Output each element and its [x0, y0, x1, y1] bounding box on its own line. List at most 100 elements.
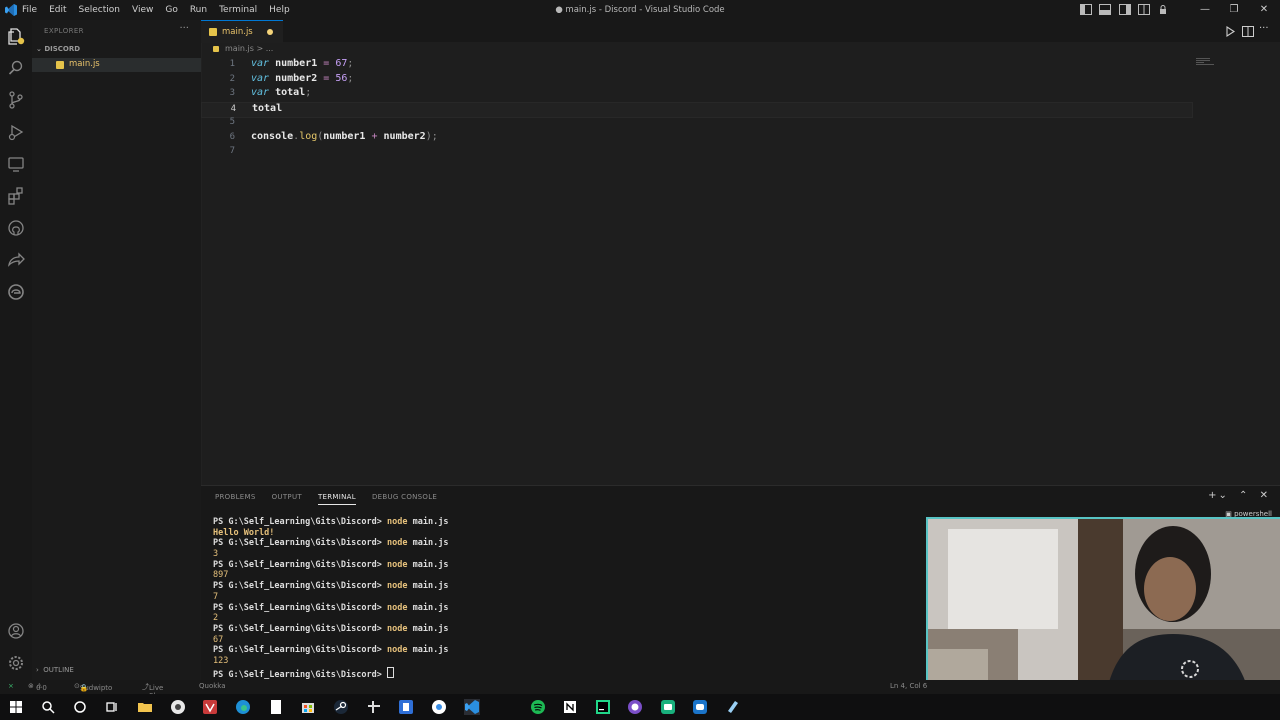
cursor-position[interactable]: Ln 4, Col 6	[890, 682, 927, 690]
code-editor[interactable]: 1 var number1 = 67; 2 var number2 = 56; …	[201, 58, 1280, 484]
file-explorer-icon[interactable]	[137, 699, 153, 715]
terminal-line: 2	[213, 613, 219, 624]
steam-icon[interactable]	[333, 699, 349, 715]
search-icon[interactable]	[6, 58, 26, 78]
customize-layout-icon[interactable]	[1138, 4, 1150, 15]
chrome-icon[interactable]	[170, 699, 186, 715]
terminal-line: 897	[213, 570, 229, 581]
tab-terminal[interactable]: TERMINAL	[317, 493, 356, 505]
editor-more-actions-icon[interactable]: ···	[1259, 23, 1269, 34]
extensions-icon[interactable]	[6, 186, 26, 206]
explorer-sidebar: EXPLORER ··· ⌄ DISCORD main.js › OUTLINE	[32, 20, 202, 680]
toggle-secondary-sidebar-icon[interactable]	[1119, 4, 1131, 15]
toggle-sidebar-icon[interactable]	[1080, 4, 1092, 15]
task-view-icon[interactable]	[104, 699, 120, 715]
tab-output[interactable]: OUTPUT	[272, 493, 302, 505]
notes-icon[interactable]	[725, 699, 741, 715]
line-number: 3	[229, 88, 235, 98]
file-item-main-js[interactable]: main.js	[32, 58, 201, 72]
code-line[interactable]: 1 var number1 = 67;	[201, 58, 1191, 72]
edge-devtools-icon[interactable]	[6, 282, 26, 302]
code-line[interactable]: 2 var number2 = 56;	[201, 73, 1191, 87]
toggle-panel-icon[interactable]	[1099, 4, 1111, 15]
live-share-status[interactable]: ⤴ Live Share	[142, 682, 169, 700]
minimap[interactable]	[1196, 58, 1216, 66]
editor-tab-bar: main.js ···	[201, 20, 1280, 43]
run-file-icon[interactable]	[1224, 26, 1236, 37]
explorer-icon[interactable]	[6, 26, 26, 46]
account-status[interactable]: ⊙ Sudwipto 🔒	[74, 682, 112, 692]
js-file-icon	[213, 46, 219, 52]
file-name: main.js	[69, 59, 100, 69]
spotify-icon[interactable]	[530, 699, 546, 715]
pycharm-icon[interactable]	[595, 699, 611, 715]
windows-start-icon[interactable]	[8, 699, 24, 715]
discord-icon[interactable]	[692, 699, 708, 715]
more-actions-icon[interactable]: ···	[179, 23, 189, 34]
app-blue-icon[interactable]	[398, 699, 414, 715]
js-file-icon	[56, 61, 64, 69]
run-debug-icon[interactable]	[6, 122, 26, 142]
live-share-icon[interactable]	[6, 250, 26, 270]
notion-icon[interactable]	[562, 699, 578, 715]
split-editor-icon[interactable]	[1242, 26, 1254, 37]
panel-actions: + ⌄ ⌃ ✕	[1199, 490, 1268, 501]
edge-icon[interactable]	[235, 699, 251, 715]
line-number: 4	[230, 103, 236, 114]
github-icon[interactable]	[6, 218, 26, 238]
app-green-icon[interactable]	[660, 699, 676, 715]
activity-bar	[0, 20, 32, 680]
maximize-panel-chevron-up-icon[interactable]: ⌃	[1239, 490, 1247, 501]
chevron-right-icon: ›	[36, 666, 39, 674]
taskbar-vscode-icon[interactable]	[464, 699, 480, 715]
tab-main-js[interactable]: main.js	[201, 20, 283, 43]
terminal-dropdown-chevron-icon[interactable]: ⌄	[1218, 490, 1226, 501]
source-control-icon[interactable]	[6, 90, 26, 110]
cortana-icon[interactable]	[72, 699, 88, 715]
terminal-line: PS G:\Self_Learning\Gits\Discord> node m…	[213, 602, 449, 613]
vivaldi-icon[interactable]	[202, 699, 218, 715]
tab-label: main.js	[222, 27, 253, 37]
quokka-status[interactable]: Quokka	[199, 682, 226, 690]
code-line[interactable]: 5	[201, 116, 1191, 130]
taskbar-search-icon[interactable]	[40, 699, 56, 715]
minimize-icon[interactable]: —	[1198, 3, 1212, 17]
terminal-line: 3	[213, 549, 219, 560]
problems-indicator[interactable]: ⊗ 0 ⚠ 0	[28, 682, 47, 692]
panel-tabs: PROBLEMS OUTPUT TERMINAL DEBUG CONSOLE	[215, 493, 453, 505]
terminal-line: 123	[213, 655, 229, 666]
terminal-output[interactable]: PS G:\Self_Learning\Gits\Discord> node m…	[213, 517, 449, 680]
status-bar: ⨯ ⊗ 0 ⚠ 0 ⊙ Sudwipto 🔒 ⤴ Live Share Quok…	[0, 680, 1280, 700]
accounts-lock-icon[interactable]	[1157, 4, 1169, 15]
chevron-down-icon: ⌄	[36, 45, 42, 53]
terminal-line: PS G:\Self_Learning\Gits\Discord>	[213, 666, 448, 680]
code-line[interactable]: 6 console.log(number1 + number2);	[201, 131, 1191, 145]
terminal-line: PS G:\Self_Learning\Gits\Discord> node m…	[213, 623, 449, 634]
slack-icon[interactable]	[366, 699, 382, 715]
new-terminal-plus-icon[interactable]: +	[1208, 490, 1216, 501]
close-panel-icon[interactable]: ✕	[1260, 490, 1268, 501]
lock-icon: 🔒	[79, 684, 89, 692]
store-icon[interactable]	[300, 699, 316, 715]
terminal-line: PS G:\Self_Learning\Gits\Discord> node m…	[213, 559, 449, 570]
remote-indicator-icon[interactable]: ⨯	[8, 682, 14, 690]
accounts-icon[interactable]	[6, 621, 26, 641]
remote-explorer-icon[interactable]	[6, 154, 26, 174]
settings-gear-icon[interactable]	[6, 653, 26, 673]
workspace-folder[interactable]: ⌄ DISCORD	[36, 45, 80, 53]
terminal-line: 7	[213, 591, 219, 602]
code-line[interactable]: 3 var total;	[201, 87, 1191, 101]
terminal-line: 67	[213, 634, 224, 645]
breadcrumb-path[interactable]: main.js > ...	[225, 44, 273, 53]
outline-section[interactable]: › OUTLINE	[36, 666, 74, 674]
tab-problems[interactable]: PROBLEMS	[215, 493, 256, 505]
github-desktop-icon[interactable]	[627, 699, 643, 715]
close-icon[interactable]: ✕	[1257, 3, 1271, 17]
unsaved-dot-icon[interactable]	[267, 29, 273, 35]
restore-icon[interactable]: ❐	[1227, 3, 1241, 17]
notepad-icon[interactable]	[268, 699, 284, 715]
code-line[interactable]: 7	[201, 145, 1191, 159]
photos-icon[interactable]	[431, 699, 447, 715]
tab-debug-console[interactable]: DEBUG CONSOLE	[372, 493, 437, 505]
js-file-icon	[209, 28, 217, 36]
